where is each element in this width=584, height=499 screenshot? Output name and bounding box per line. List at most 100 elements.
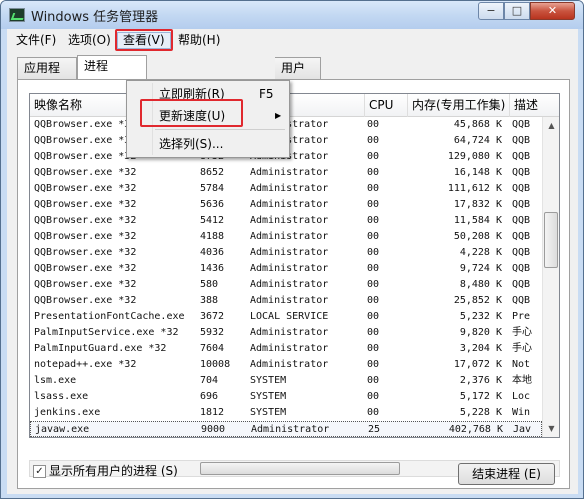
vertical-scroll-thumb[interactable]: [544, 212, 558, 268]
process-user: Administrator: [250, 327, 329, 338]
table-row[interactable]: lsm.exe 704 SYSTEM 00 2,376 K 本地: [30, 373, 542, 389]
col-memory[interactable]: 内存(专用工作集): [408, 94, 510, 117]
table-row[interactable]: QQBrowser.exe *32 8652 Administrator 00 16,1…: [30, 165, 542, 181]
process-memory: 9,820 K: [459, 327, 502, 338]
table-row[interactable]: lsass.exe 696 SYSTEM 00 5,172 K Loc: [30, 389, 542, 405]
end-process-button[interactable]: 结束进程 (E): [458, 463, 555, 485]
scroll-up-arrow-icon[interactable]: ▲: [543, 117, 559, 134]
process-user: SYSTEM: [250, 391, 287, 402]
maximize-button[interactable]: □: [504, 2, 530, 20]
tab-processes[interactable]: 进程: [77, 55, 147, 79]
process-user: Administrator: [250, 295, 329, 306]
tab-users[interactable]: 用户: [275, 57, 321, 79]
show-all-users-checkbox[interactable]: ✓ 显示所有用户的进程 (S): [33, 464, 178, 480]
process-cpu: 00: [367, 359, 380, 370]
table-row[interactable]: QQBrowser.exe *32 5412 Administrator 00 11,5…: [30, 213, 542, 229]
process-image-name: PresentationFontCache.exe: [34, 311, 185, 322]
process-memory: 45,868 K: [453, 119, 502, 130]
process-cpu: 00: [367, 167, 380, 178]
table-row[interactable]: javaw.exe 9000 Administrator 25 402,768 K Jav: [30, 421, 542, 437]
table-row[interactable]: QQBrowser.exe *32 4036 Administrator 00 4,22…: [30, 245, 542, 261]
table-row[interactable]: PalmInputService.exe *32 5932 Administrato…: [30, 325, 542, 341]
menu-item-select-columns[interactable]: 选择列(S)...: [129, 133, 287, 155]
table-row[interactable]: PalmInputGuard.exe *32 7604 Administrator 0…: [30, 341, 542, 357]
process-description: QQB: [512, 247, 531, 258]
process-cpu: 00: [367, 231, 380, 242]
process-pid: 580: [200, 279, 219, 290]
col-cpu[interactable]: CPU: [365, 94, 408, 117]
process-memory: 4,228 K: [459, 247, 502, 258]
process-memory: 17,832 K: [453, 199, 502, 210]
process-description: QQB: [512, 263, 531, 274]
table-row[interactable]: QQBrowser.exe *32 5784 Administrator 00 111,…: [30, 181, 542, 197]
col-description[interactable]: 描述: [510, 94, 559, 117]
table-row[interactable]: jenkins.exe 1812 SYSTEM 00 5,228 K Win: [30, 405, 542, 421]
select-columns-highlight: [140, 99, 243, 127]
process-description: QQB: [512, 183, 531, 194]
process-user: LOCAL SERVICE: [250, 311, 329, 322]
process-image-name: QQBrowser.exe *32: [34, 215, 137, 226]
process-description: Loc: [512, 391, 531, 402]
horizontal-scroll-thumb[interactable]: [200, 462, 400, 475]
process-image-name: QQBrowser.exe *32: [34, 295, 137, 306]
process-memory: 5,228 K: [459, 407, 502, 418]
process-description: Win: [512, 407, 531, 418]
vertical-scrollbar[interactable]: ▲ ▼: [542, 117, 559, 437]
process-image-name: QQBrowser.exe *32: [34, 231, 137, 242]
table-row[interactable]: QQBrowser.exe *32 388 Administrator 00 25,85…: [30, 293, 542, 309]
process-user: Administrator: [250, 279, 329, 290]
process-pid: 9000: [201, 424, 226, 435]
process-user: Administrator: [250, 199, 329, 210]
process-cpu: 00: [367, 247, 380, 258]
process-cpu: 00: [367, 263, 380, 274]
process-cpu: 00: [367, 375, 380, 386]
process-memory: 5,232 K: [459, 311, 502, 322]
process-description: Pre: [512, 311, 531, 322]
process-memory: 111,612 K: [447, 183, 502, 194]
menu-options[interactable]: 选项(O): [63, 32, 116, 49]
process-description: QQB: [512, 119, 531, 130]
table-row[interactable]: notepad++.exe *32 10008 Administrator 00 17,…: [30, 357, 542, 373]
table-row[interactable]: QQBrowser.exe *32 4188 Administrator 00 50,2…: [30, 229, 542, 245]
process-memory: 402,768 K: [448, 424, 503, 435]
process-memory: 17,072 K: [453, 359, 502, 370]
select-columns-label: 选择列(S)...: [159, 137, 224, 151]
process-pid: 10008: [200, 359, 231, 370]
process-description: QQB: [512, 135, 531, 146]
process-description: QQB: [512, 231, 531, 242]
scroll-down-arrow-icon[interactable]: ▼: [543, 420, 559, 437]
show-all-users-label: 显示所有用户的进程 (S): [49, 464, 178, 478]
process-pid: 1812: [200, 407, 225, 418]
process-description: QQB: [512, 279, 531, 290]
process-user: Administrator: [250, 231, 329, 242]
task-manager-icon: [9, 8, 25, 22]
task-manager-window: Windows 任务管理器 − □ ✕ 文件(F) 选项(O) 查看(V) 帮助…: [0, 0, 584, 499]
refresh-shortcut: F5: [259, 87, 274, 101]
tab-applications[interactable]: 应用程序: [17, 57, 77, 95]
process-memory: 5,172 K: [459, 391, 502, 402]
menu-file[interactable]: 文件(F): [11, 32, 61, 49]
table-row[interactable]: QQBrowser.exe *32 5636 Administrator 00 17,8…: [30, 197, 542, 213]
process-cpu: 00: [367, 135, 380, 146]
menu-help[interactable]: 帮助(H): [173, 32, 225, 49]
process-user: Administrator: [250, 215, 329, 226]
process-user: Administrator: [250, 183, 329, 194]
process-user: SYSTEM: [250, 375, 287, 386]
process-cpu: 00: [367, 311, 380, 322]
table-row[interactable]: QQBrowser.exe *32 580 Administrator 00 8,480…: [30, 277, 542, 293]
process-user: Administrator: [250, 167, 329, 178]
process-description: QQB: [512, 215, 531, 226]
table-row[interactable]: PresentationFontCache.exe 3672 LOCAL SERVI…: [30, 309, 542, 325]
process-pid: 4036: [200, 247, 225, 258]
minimize-button[interactable]: −: [478, 2, 504, 20]
process-pid: 388: [200, 295, 219, 306]
process-cpu: 00: [367, 391, 380, 402]
table-row[interactable]: QQBrowser.exe *32 1436 Administrator 00 9,72…: [30, 261, 542, 277]
process-pid: 7604: [200, 343, 225, 354]
process-description: 手心: [512, 343, 532, 354]
checkbox-check-icon[interactable]: ✓: [33, 465, 46, 478]
title-bar[interactable]: Windows 任务管理器 − □ ✕: [1, 1, 583, 29]
close-button[interactable]: ✕: [530, 2, 575, 20]
process-pid: 704: [200, 375, 219, 386]
process-cpu: 00: [367, 295, 380, 306]
